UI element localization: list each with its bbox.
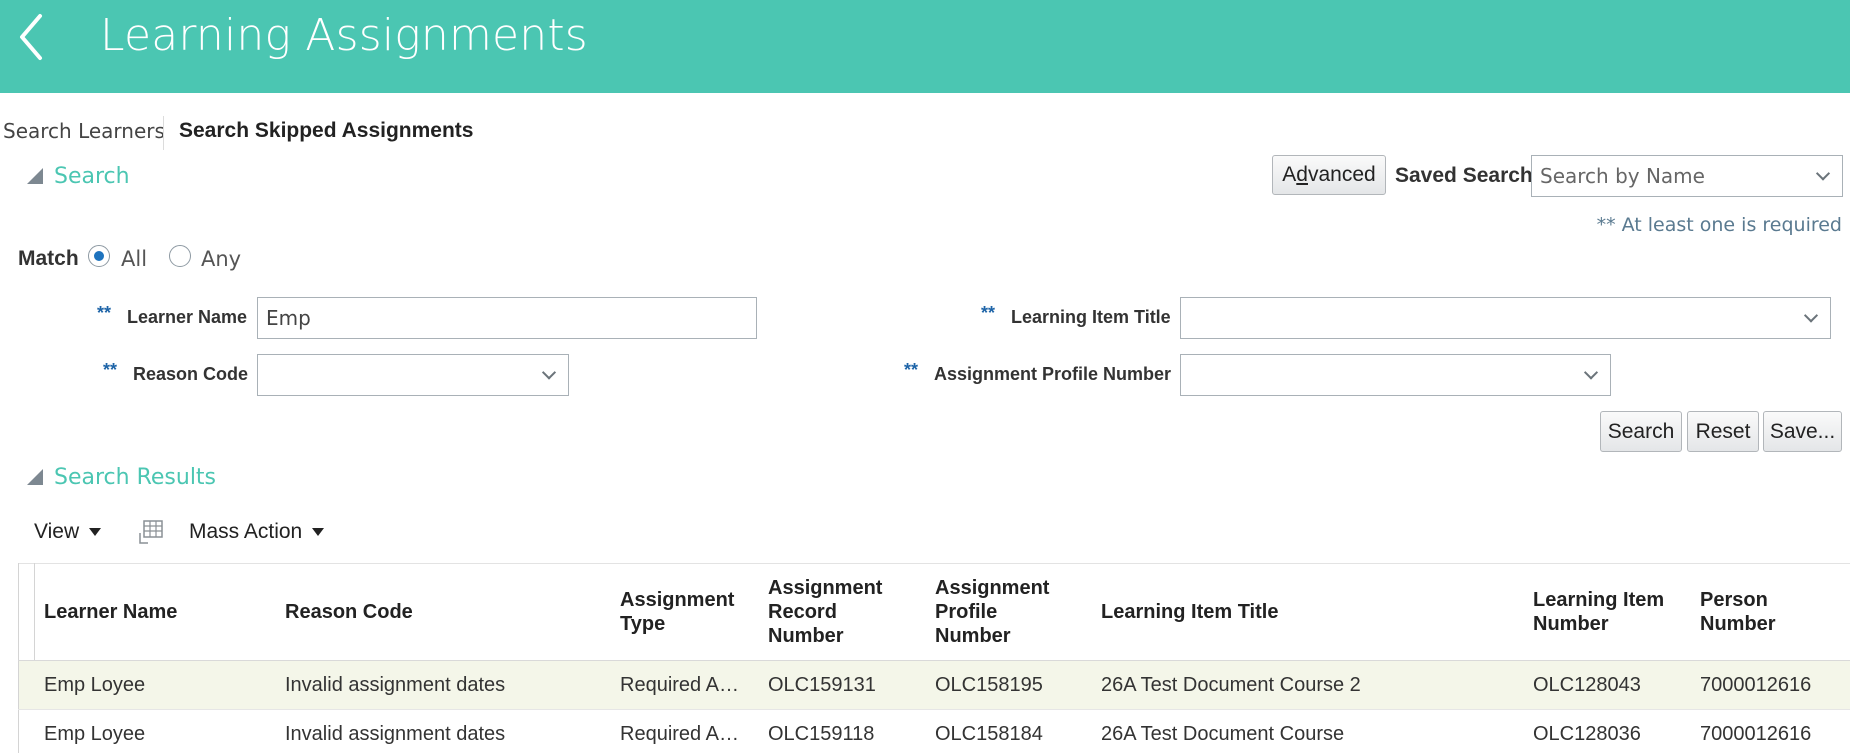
save-button[interactable]: Save... (1763, 411, 1842, 452)
mass-action-menu-label: Mass Action (189, 520, 303, 543)
page-title: Learning Assignments (100, 10, 588, 61)
tab-search-learners[interactable]: Search Learners (3, 119, 165, 143)
advanced-label-rest: vanced (1307, 163, 1376, 186)
assignment-profile-number-select[interactable] (1180, 354, 1611, 396)
view-menu[interactable]: View (34, 520, 102, 544)
learning-item-title-label: Learning Item Title (1011, 307, 1171, 327)
learner-name-input[interactable]: Emp (257, 297, 757, 339)
match-all-radio[interactable] (88, 245, 110, 267)
column-header-assignment-profile-number[interactable]: Assignment Profile Number (935, 576, 1049, 648)
search-results-title[interactable]: Search Results (54, 465, 216, 490)
cell-learning-item-number: OLC128036 (1533, 723, 1641, 745)
saved-search-select[interactable]: Search by Name (1531, 155, 1843, 197)
chevron-down-icon (1803, 308, 1819, 323)
column-header-line: Assignment (935, 577, 1050, 599)
search-button[interactable]: Search (1600, 411, 1682, 452)
chevron-down-icon (541, 365, 557, 380)
cell-learning-item-title: 26A Test Document Course 2 (1101, 674, 1361, 696)
column-header-person-number[interactable]: Person Number (1700, 588, 1776, 636)
column-header-assignment-record-number[interactable]: Assignment Record Number (768, 576, 882, 648)
saved-search-label: Saved Search (1395, 164, 1533, 187)
column-header-line: Number (1700, 613, 1776, 635)
freeze-columns-icon[interactable] (138, 519, 164, 545)
cell-learner-name: Emp Loyee (44, 723, 146, 745)
column-header-line: Type (620, 613, 666, 635)
collapse-triangle-icon[interactable] (27, 469, 43, 485)
column-header-line: Person (1700, 589, 1768, 611)
column-header-line: Reason Code (285, 601, 413, 623)
cell-reason-code: Invalid assignment dates (285, 674, 506, 696)
column-header-line: Assignment (620, 589, 735, 611)
cell-reason-code: Invalid assignment dates (285, 723, 506, 745)
match-label: Match (18, 247, 79, 270)
cell-assignment-record-number: OLC159131 (768, 674, 876, 696)
chevron-down-icon (1815, 166, 1831, 181)
required-marker: ** (103, 360, 118, 380)
column-header-line: Learning Item (1533, 589, 1665, 611)
mass-action-menu[interactable]: Mass Action (189, 520, 325, 544)
table-grid-icon (139, 520, 163, 544)
chevron-down-icon (1583, 365, 1599, 380)
caret-down-icon (89, 528, 102, 536)
required-marker: ** (97, 303, 112, 323)
advanced-button[interactable]: Ad vanced (1272, 155, 1386, 195)
match-all-label[interactable]: All (121, 247, 147, 271)
tab-divider (163, 116, 164, 150)
column-header-line: Learning Item Title (1101, 601, 1279, 623)
column-header-line: Number (1533, 613, 1609, 635)
column-header-learning-item-number[interactable]: Learning Item Number (1533, 588, 1664, 636)
cell-assignment-type: Required A… (620, 723, 739, 745)
assignment-profile-number-label: Assignment Profile Number (934, 364, 1172, 384)
cell-person-number: 7000012616 (1700, 723, 1812, 745)
reset-button[interactable]: Reset (1687, 411, 1759, 452)
search-section-title[interactable]: Search (54, 164, 130, 189)
cell-assignment-type: Required A… (620, 674, 739, 696)
cell-learner-name: Emp Loyee (44, 674, 146, 696)
cell-learning-item-number: OLC128043 (1533, 674, 1641, 696)
column-header-assignment-type[interactable]: Assignment Type (620, 588, 734, 636)
column-header-reason-code[interactable]: Reason Code (285, 600, 413, 624)
required-marker: ** (904, 360, 919, 380)
view-menu-label: View (34, 520, 80, 543)
caret-down-icon (312, 528, 325, 536)
cell-assignment-profile-number: OLC158195 (935, 674, 1043, 696)
column-header-line: Assignment (768, 577, 883, 599)
required-marker: ** (981, 303, 996, 323)
match-any-label[interactable]: Any (201, 247, 241, 271)
column-header-line: Record (768, 601, 837, 623)
cell-assignment-record-number: OLC159118 (768, 723, 875, 745)
collapse-triangle-icon[interactable] (27, 168, 43, 184)
saved-search-placeholder: Search by Name (1540, 164, 1705, 188)
cell-learning-item-title: 26A Test Document Course (1101, 723, 1345, 745)
reason-code-label: Reason Code (133, 364, 249, 384)
column-header-learner-name[interactable]: Learner Name (44, 600, 177, 624)
column-header-line: Number (935, 625, 1011, 647)
reason-code-select[interactable] (257, 354, 569, 396)
back-button[interactable] (10, 10, 50, 64)
column-header-line: Number (768, 625, 844, 647)
learning-item-title-select[interactable] (1180, 297, 1831, 339)
cell-person-number: 7000012616 (1700, 674, 1812, 696)
advanced-label-mnemonic: d (1296, 163, 1308, 186)
cell-assignment-profile-number: OLC158184 (935, 723, 1043, 745)
learner-name-value: Emp (266, 306, 311, 330)
learner-name-label: Learner Name (127, 307, 248, 327)
column-header-line: Learner Name (44, 601, 178, 623)
table-top-border (18, 563, 1850, 564)
match-any-radio[interactable] (169, 245, 191, 267)
table-selector-border (34, 563, 35, 662)
column-header-line: Profile (935, 601, 998, 623)
column-header-learning-item-title[interactable]: Learning Item Title (1101, 600, 1278, 624)
tab-search-skipped-assignments[interactable]: Search Skipped Assignments (179, 119, 473, 143)
chevron-left-icon (20, 14, 42, 60)
advanced-label-a: A (1282, 163, 1297, 186)
required-note: ** At least one is required (1596, 214, 1842, 236)
